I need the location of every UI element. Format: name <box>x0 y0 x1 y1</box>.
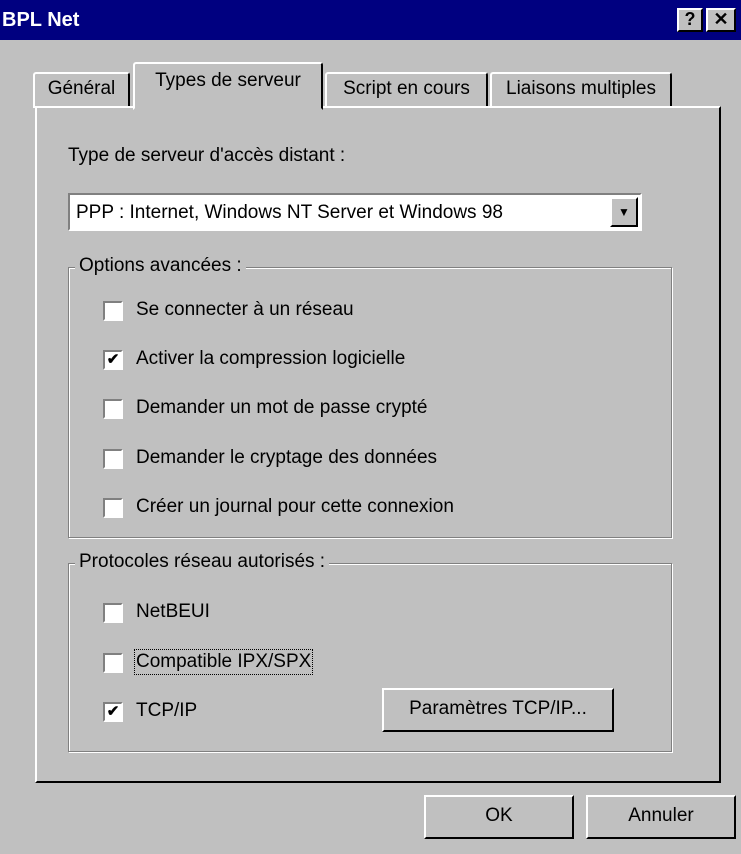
close-button[interactable]: ✕ <box>706 8 736 32</box>
tab-multilink[interactable]: Liaisons multiples <box>490 72 672 108</box>
tcpip-label[interactable]: TCP/IP <box>136 700 197 722</box>
log-connection-label[interactable]: Créer un journal pour cette connexion <box>136 496 454 518</box>
compression-checkbox[interactable]: ✔ <box>103 350 123 370</box>
check-icon: ✔ <box>106 703 120 720</box>
ipx-spx-checkbox[interactable] <box>103 653 123 673</box>
tab-multilink-label: Liaisons multiples <box>506 78 656 99</box>
encrypted-password-checkbox[interactable] <box>103 399 123 419</box>
connect-network-checkbox[interactable] <box>103 301 123 321</box>
server-type-value: PPP : Internet, Windows NT Server et Win… <box>76 202 503 223</box>
tab-script-label: Script en cours <box>343 78 470 99</box>
encrypted-password-label[interactable]: Demander un mot de passe crypté <box>136 397 428 419</box>
tab-server-types[interactable]: Types de serveur <box>133 62 323 110</box>
netbeui-label[interactable]: NetBEUI <box>136 601 210 623</box>
cancel-button[interactable]: Annuler <box>586 795 736 839</box>
dropdown-arrow-icon[interactable]: ▼ <box>610 197 638 227</box>
data-encryption-label[interactable]: Demander le cryptage des données <box>136 447 437 469</box>
ok-button[interactable]: OK <box>424 795 574 839</box>
compression-label[interactable]: Activer la compression logicielle <box>136 348 405 370</box>
log-connection-checkbox[interactable] <box>103 498 123 518</box>
close-icon: ✕ <box>713 9 729 29</box>
data-encryption-checkbox[interactable] <box>103 449 123 469</box>
title-bar: BPL Net ? ✕ <box>0 0 741 40</box>
check-icon: ✔ <box>106 351 120 368</box>
protocols-legend: Protocoles réseau autorisés : <box>75 551 330 573</box>
ipx-spx-label[interactable]: Compatible IPX/SPX <box>133 649 314 675</box>
tab-script[interactable]: Script en cours <box>325 72 488 108</box>
tcpip-settings-label: Paramètres TCP/IP... <box>409 698 587 719</box>
tab-general-label: Général <box>47 78 116 99</box>
tab-general[interactable]: Général <box>33 72 130 108</box>
advanced-options-legend: Options avancées : <box>75 255 246 277</box>
cancel-label: Annuler <box>628 805 694 826</box>
tcpip-checkbox[interactable]: ✔ <box>103 702 123 722</box>
window-title: BPL Net <box>2 9 80 31</box>
help-icon: ? <box>684 9 696 29</box>
server-type-label: Type de serveur d'accès distant : <box>68 145 346 166</box>
connect-network-label[interactable]: Se connecter à un réseau <box>136 299 354 321</box>
ok-label: OK <box>485 805 513 826</box>
tab-server-types-label: Types de serveur <box>155 70 301 91</box>
tcpip-settings-button[interactable]: Paramètres TCP/IP... <box>382 688 614 732</box>
netbeui-checkbox[interactable] <box>103 603 123 623</box>
help-button[interactable]: ? <box>677 8 703 32</box>
server-type-select[interactable]: PPP : Internet, Windows NT Server et Win… <box>68 193 642 231</box>
